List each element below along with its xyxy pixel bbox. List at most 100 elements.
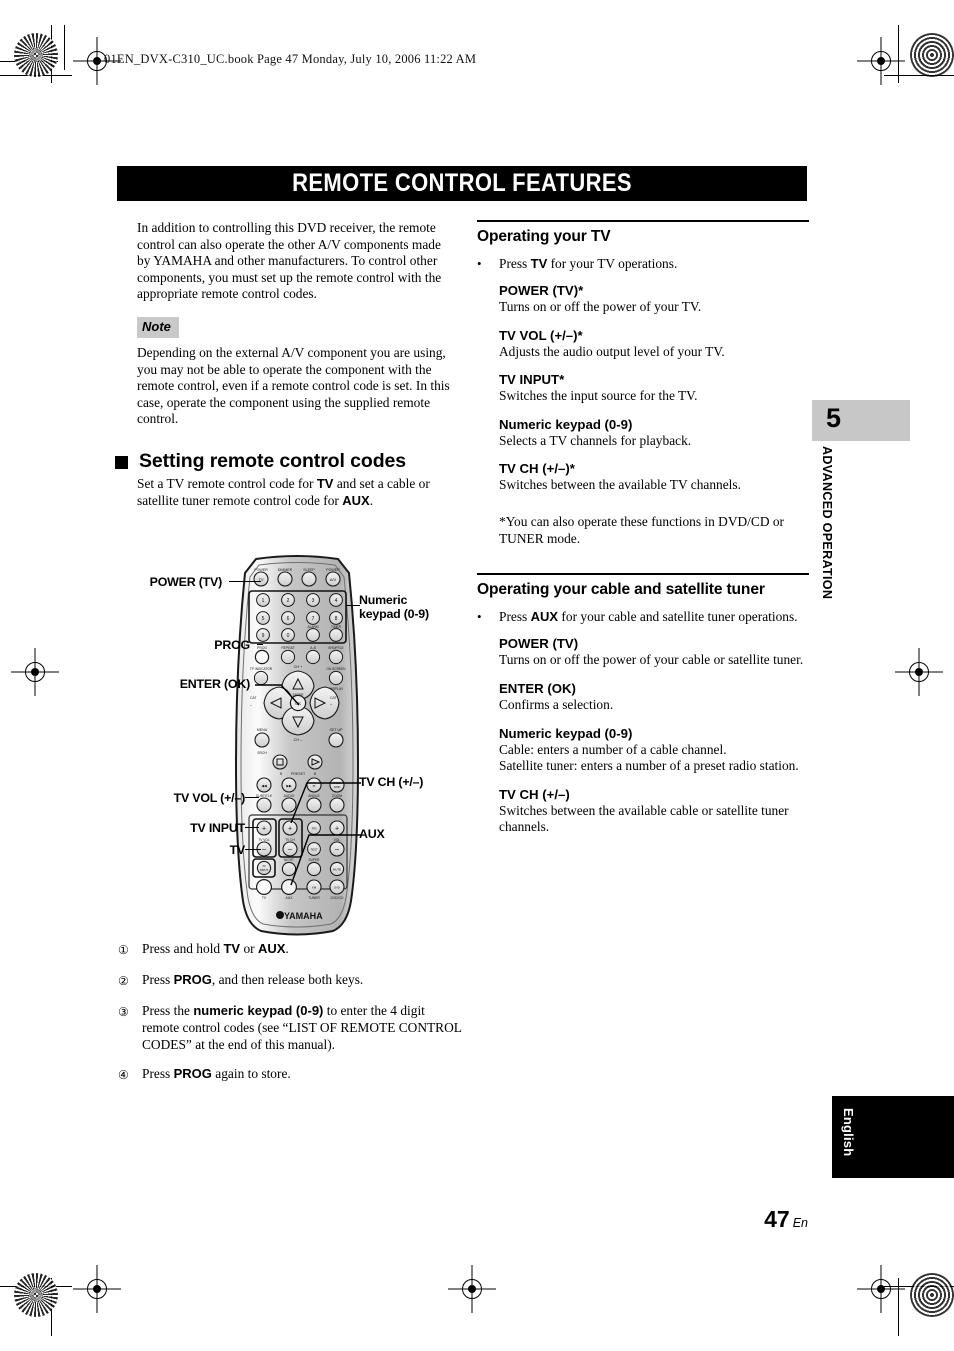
term-desc: Turns on or off the power of your TV. [499, 299, 702, 315]
operating-cable-heading: Operating your cable and satellite tuner [477, 573, 809, 600]
callout-power-tv: POWER (TV) [149, 575, 223, 589]
cable-term-list: POWER (TV) Turns on or off the power of … [499, 627, 809, 836]
step-keyword: PROG [173, 972, 212, 987]
step-keyword: PROG [173, 1066, 212, 1082]
setting-codes-heading: Setting remote control codes [115, 450, 457, 472]
svg-text:1: 1 [262, 598, 265, 604]
step-keyword-2: AUX [257, 941, 286, 956]
term-label: TV CH (+/–)* [499, 461, 575, 477]
term-desc: Confirms a selection. [499, 696, 614, 712]
operating-cable-bullet: • Press AUX for your cable and satellite… [477, 609, 809, 626]
operating-tv-heading: Operating your TV [477, 220, 809, 247]
term-label: Numeric keypad (0-9) [499, 416, 633, 432]
callout-leader-line [245, 849, 261, 851]
svg-text:TP INDICATOR: TP INDICATOR [250, 667, 273, 671]
step-number: ② [118, 974, 129, 988]
svg-text:CH +: CH + [294, 665, 304, 669]
svg-text:2: 2 [287, 598, 290, 604]
setup-steps-list: ① Press and hold TV or AUX. ② Press PROG… [118, 941, 463, 1097]
setting-codes-heading-text: Setting remote control codes [139, 449, 406, 472]
callout-leader-tvch [290, 782, 361, 824]
term-label: POWER (TV)* [499, 283, 584, 299]
txt: for your TV operations. [547, 255, 678, 271]
txt: or [240, 941, 258, 956]
term-desc: Turns on or off the power of your cable … [499, 652, 804, 668]
term-label: Numeric keypad (0-9) [499, 725, 633, 741]
note-text: Depending on the external A/V component … [137, 344, 450, 427]
step-number: ③ [118, 1005, 129, 1019]
tv-keyword: TV [316, 475, 334, 491]
svg-text:AUX: AUX [286, 896, 294, 900]
square-bullet-icon [115, 455, 128, 469]
svg-text:7: 7 [312, 616, 315, 622]
svg-text:–: – [262, 847, 266, 854]
svg-text:YAMAHA: YAMAHA [284, 911, 323, 921]
term-desc: Adjusts the audio output level of your T… [499, 343, 725, 359]
halftone-target [910, 1273, 954, 1317]
svg-text:0: 0 [287, 633, 290, 639]
tv-term-list: POWER (TV)* Turns on or off the power of… [499, 274, 809, 547]
callout-numeric-keypad-l2: keypad (0-9) [359, 607, 429, 621]
step-text: Press and hold TV or AUX. [142, 941, 463, 959]
callout-numeric-keypad-l1: Numeric [359, 593, 408, 607]
step-number: ④ [118, 1068, 129, 1083]
step-text: Press the numeric keypad (0-9) to enter … [142, 1003, 463, 1053]
language-tab: English [832, 1096, 954, 1178]
step-item: ① Press and hold TV or AUX. [118, 941, 463, 959]
term-label: TV INPUT* [499, 372, 565, 388]
book-file-header: 01EN_DVX-C310_UC.book Page 47 Monday, Ju… [104, 52, 477, 66]
callout-leader-aux [290, 834, 361, 886]
svg-text:TV: TV [262, 896, 267, 900]
svg-text:ON SCREEN: ON SCREEN [327, 667, 347, 671]
txt: Press and hold [142, 941, 224, 956]
svg-text:3: 3 [312, 598, 315, 604]
trim-line [898, 25, 900, 83]
language-label: English [841, 1108, 856, 1157]
svg-text:PROG: PROG [257, 646, 267, 650]
svg-text:TIMER: TIMER [331, 625, 342, 629]
svg-text:POWER: POWER [326, 568, 340, 572]
svg-text:ALARM: ALARM [308, 625, 319, 629]
page-title-bar: REMOTE CONTROL FEATURES [117, 166, 807, 201]
step-keyword: TV [223, 941, 241, 956]
intro-paragraph: In addition to controlling this DVD rece… [137, 220, 442, 302]
svg-text:SRCH: SRCH [257, 751, 267, 755]
halftone-target [14, 33, 58, 77]
txt: Press [142, 972, 174, 987]
svg-text:–: – [250, 703, 252, 707]
callout-leader-line [257, 644, 263, 646]
txt: . [285, 941, 289, 956]
txt: Set a TV remote control code for [137, 475, 317, 491]
svg-text:TRI: TRI [312, 827, 317, 831]
txt: . [369, 492, 374, 508]
txt: Press [499, 608, 531, 624]
trim-line [64, 25, 66, 70]
operating-tv-heading-text: Operating your TV [477, 228, 611, 245]
registration-mark [18, 655, 52, 689]
tv-footnote: *You can also operate these functions in… [499, 514, 785, 546]
step-text: Press PROG, and then release both keys. [142, 972, 463, 990]
svg-text:5: 5 [262, 616, 265, 622]
callout-leader-enter [255, 684, 300, 706]
step-item: ③ Press the numeric keypad (0-9) to ente… [118, 1003, 463, 1053]
svg-text:POWER: POWER [254, 568, 268, 572]
txt: again to store. [211, 1066, 291, 1082]
bullet-mark: • [477, 255, 482, 271]
svg-text:REPEAT: REPEAT [281, 646, 294, 650]
chapter-label-vertical: ADVANCED OPERATION [812, 446, 842, 646]
page-number: 47 En [764, 1206, 808, 1233]
left-column: In addition to controlling this DVD rece… [115, 220, 457, 509]
note-label: Note [142, 318, 171, 334]
term-desc: Switches between the available TV channe… [499, 477, 741, 493]
operating-cable-heading-text: Operating your cable and satellite tuner [477, 581, 765, 599]
page-number-suffix: En [792, 1216, 808, 1230]
svg-text:+: + [288, 826, 292, 833]
callout-leader-line [229, 581, 261, 583]
callout-numeric-keypad: Numeric keypad (0-9) [359, 593, 429, 621]
registration-mark [80, 1272, 114, 1306]
halftone-target [14, 1273, 58, 1317]
svg-text:+: + [335, 826, 339, 833]
svg-text:9: 9 [262, 633, 265, 639]
bullet-text: Press AUX for your cable and satellite t… [499, 609, 809, 626]
remote-control-figure: POWER DIMMER SLEEP POWER TV A/V 1 2 3 4 5 … [137, 553, 457, 938]
